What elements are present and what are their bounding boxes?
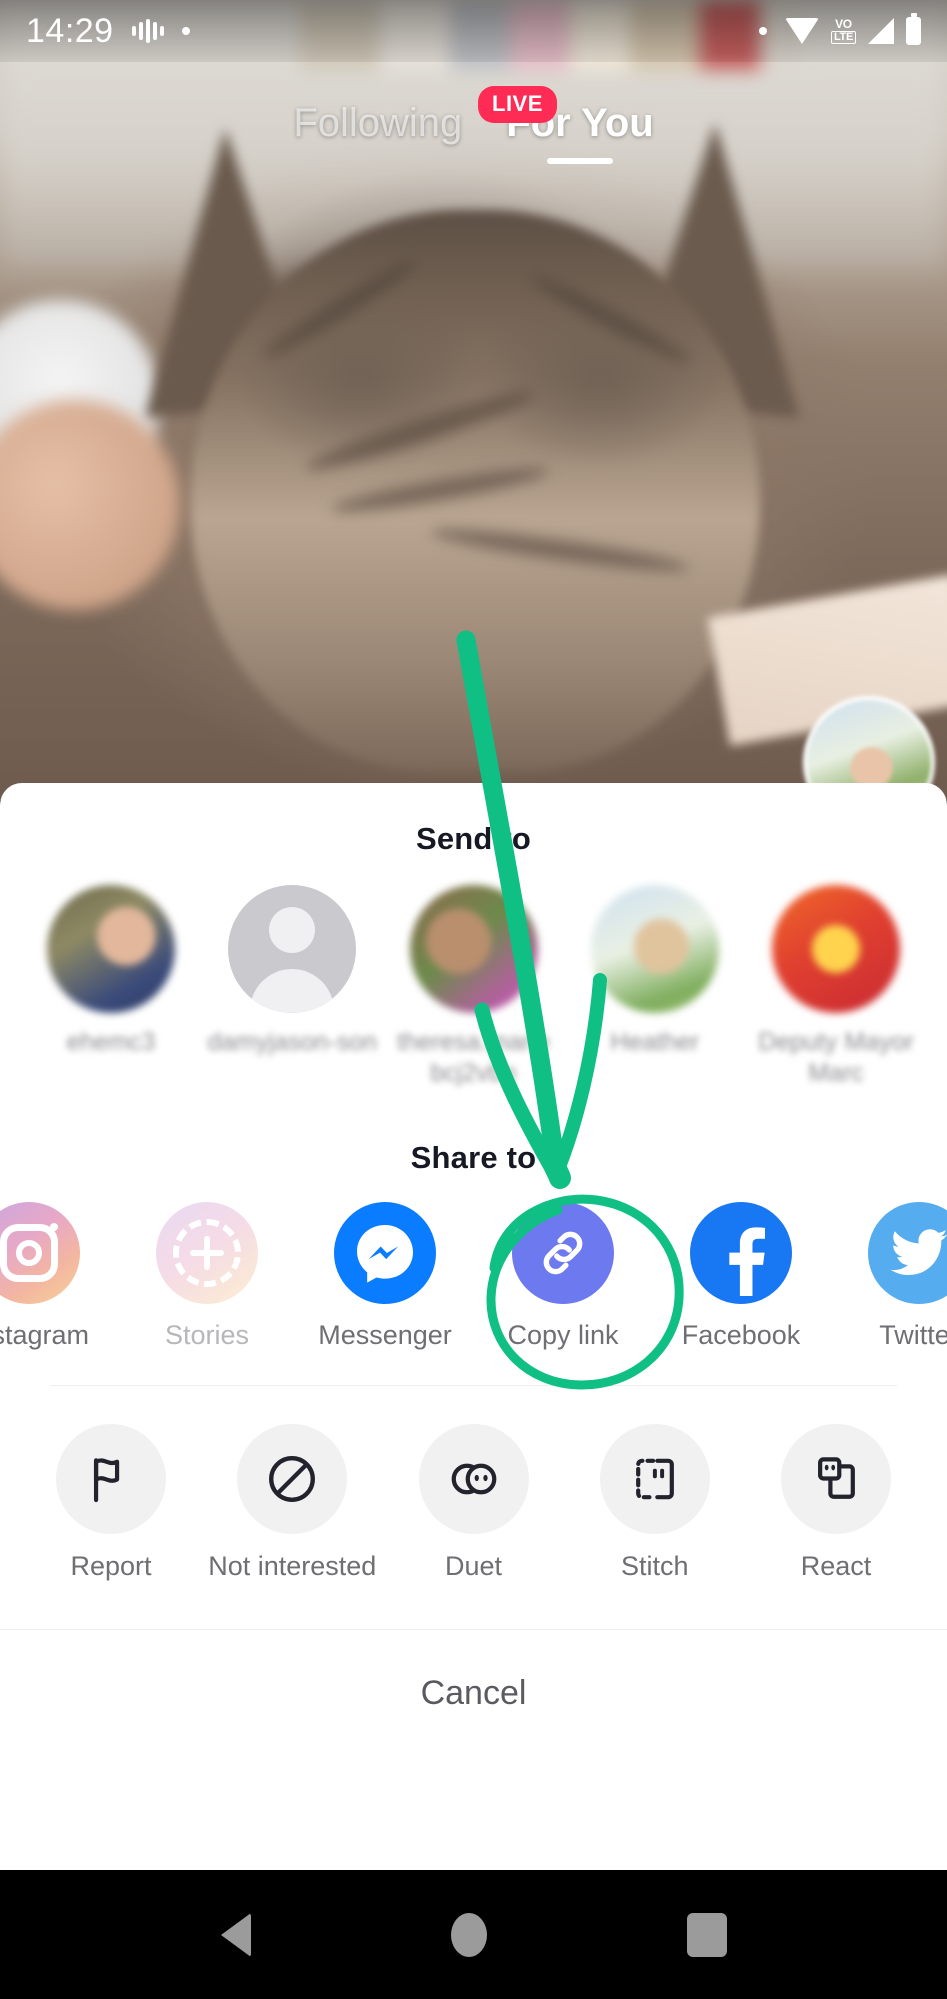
contact-name: theresa.marie bcj2vbn	[397, 1028, 550, 1087]
contact-avatar	[590, 885, 719, 1013]
share-app-twitter[interactable]: Twitter	[830, 1202, 947, 1351]
send-to-heading: Send to	[415, 821, 532, 856]
notification-dot-icon	[758, 27, 767, 35]
action-label: Duet	[444, 1551, 503, 1581]
duet-icon	[418, 1424, 529, 1534]
action-duet[interactable]: Duet	[385, 1424, 563, 1584]
volte-bottom-label: LTE	[830, 30, 856, 45]
contact-name: ehemc3	[66, 1028, 156, 1056]
facebook-icon	[690, 1202, 792, 1304]
feed-tab-bar: Following For You	[0, 100, 947, 164]
share-apps-row[interactable]: Instagram Stories Messe	[0, 1176, 947, 1351]
action-label: React	[800, 1551, 872, 1581]
status-bar-clock: 14:29	[26, 12, 114, 50]
live-badge[interactable]: LIVE	[478, 86, 557, 123]
contact-name: damyjason-son	[207, 1028, 378, 1056]
back-icon[interactable]	[220, 1912, 251, 1957]
share-app-copy-link[interactable]: Copy link	[474, 1202, 652, 1351]
recents-icon[interactable]	[686, 1912, 727, 1957]
home-icon[interactable]	[450, 1912, 487, 1957]
block-icon	[237, 1424, 348, 1534]
contact-avatar	[47, 885, 175, 1013]
status-bar: 14:29 VO LTE	[0, 0, 947, 62]
stories-icon	[156, 1202, 258, 1304]
action-label: Report	[70, 1551, 152, 1581]
copy-link-icon	[512, 1202, 614, 1304]
share-sheet: Send to ehemc3 damyjason-son theresa.mar…	[0, 783, 947, 1870]
contact-avatar	[772, 885, 900, 1013]
cellular-signal-icon	[868, 18, 894, 44]
share-app-instagram[interactable]: Instagram	[0, 1202, 118, 1351]
stitch-icon	[599, 1424, 710, 1534]
contact-avatar	[228, 885, 357, 1013]
android-nav-bar	[0, 1870, 947, 1999]
share-app-label: Stories	[164, 1320, 250, 1350]
action-report[interactable]: Report	[22, 1424, 200, 1584]
volte-top-label: VO	[835, 16, 852, 31]
tiktok-share-screen: 14:29 VO LTE Following For You LIVE Send…	[0, 0, 947, 1999]
share-app-label: Instagram	[0, 1320, 90, 1350]
share-app-label: Copy link	[507, 1320, 619, 1350]
contact-name: Deputy Mayor Marc	[758, 1028, 914, 1087]
contact-item[interactable]: damyjason-son	[203, 885, 381, 1088]
share-to-heading: Share to	[410, 1140, 537, 1175]
notification-dot-icon	[181, 27, 190, 35]
messenger-icon	[334, 1202, 436, 1304]
share-app-label: Facebook	[681, 1320, 801, 1350]
share-app-label: Twitter	[879, 1320, 947, 1350]
tab-active-underline	[546, 158, 613, 164]
cancel-button[interactable]: Cancel	[0, 1630, 947, 1758]
action-label: Not interested	[208, 1551, 377, 1581]
contacts-row: ehemc3 damyjason-son theresa.marie bcj2v…	[0, 857, 947, 1088]
action-react[interactable]: React	[747, 1424, 925, 1584]
contact-item[interactable]: ehemc3	[22, 885, 200, 1088]
volte-icon: VO LTE	[830, 16, 856, 45]
contact-avatar	[409, 885, 538, 1013]
action-label: Stitch	[620, 1551, 689, 1581]
react-icon	[781, 1424, 891, 1534]
action-stitch[interactable]: Stitch	[566, 1424, 744, 1584]
assistant-dots-icon	[131, 19, 164, 43]
contact-name: Heather	[610, 1028, 700, 1056]
share-app-messenger[interactable]: Messenger	[296, 1202, 474, 1351]
share-app-stories[interactable]: Stories	[118, 1202, 296, 1351]
contact-item[interactable]: Deputy Mayor Marc	[747, 885, 925, 1088]
tab-following[interactable]: Following	[293, 100, 462, 146]
video-actions-row: Report Not interested Duet Stitch React	[0, 1386, 947, 1584]
share-app-label: Messenger	[318, 1320, 452, 1350]
wifi-icon	[784, 18, 819, 44]
flag-icon	[56, 1424, 166, 1534]
battery-icon	[906, 13, 921, 45]
action-not-interested[interactable]: Not interested	[203, 1424, 381, 1584]
contact-item[interactable]: Heather	[566, 885, 744, 1088]
status-bar-icons: VO LTE	[784, 13, 921, 45]
instagram-icon	[0, 1202, 80, 1304]
contact-item[interactable]: theresa.marie bcj2vbn	[385, 885, 563, 1088]
twitter-icon	[868, 1202, 947, 1304]
share-app-facebook[interactable]: Facebook	[652, 1202, 830, 1351]
